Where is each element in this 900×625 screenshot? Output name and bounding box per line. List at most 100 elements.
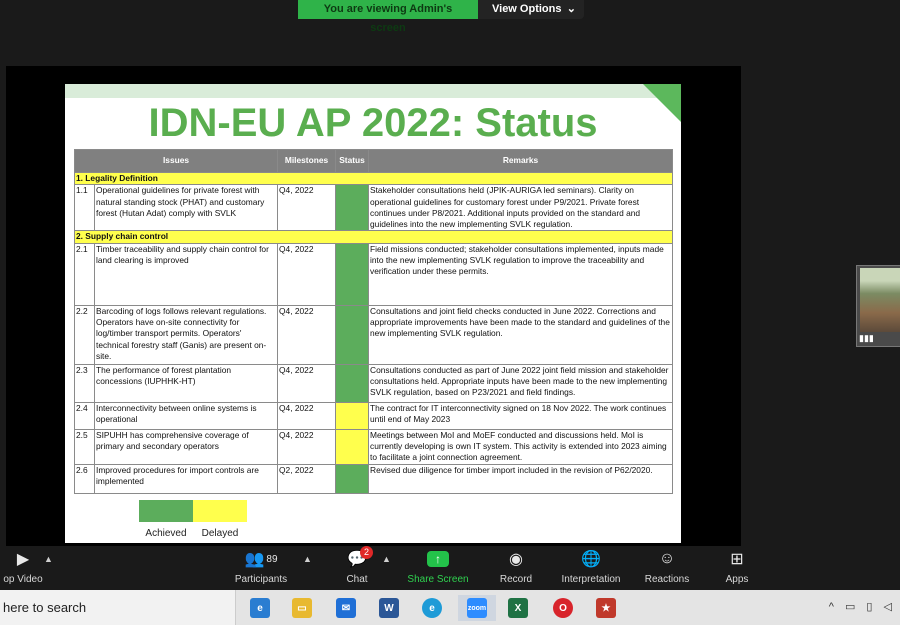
opera-icon: O <box>553 598 573 618</box>
row-milestone: Q4, 2022 <box>277 242 337 306</box>
signal-bars-icon: ▮▮▮ <box>859 333 874 343</box>
search-text: here to search <box>3 600 87 615</box>
row-remark: The contract for IT interconnectivity si… <box>368 401 674 430</box>
video-label: op Video <box>3 574 43 585</box>
table-row: 2.4 Interconnectivity between online sys… <box>74 401 674 430</box>
presentation-slide: IDN-EU AP 2022: Status Issues Milestones… <box>65 84 681 543</box>
participants-caret-icon[interactable]: ▲ <box>303 554 312 564</box>
row-milestone: Q4, 2022 <box>277 428 337 465</box>
participant-video-thumbnail[interactable]: ▮▮▮ <box>856 265 900 347</box>
taskbar-app-edge2[interactable]: e <box>418 595 446 621</box>
row-remark: Consultations conducted as part of June … <box>368 363 674 403</box>
section-row: 1. Legality Definition <box>73 171 674 186</box>
screen-share-banner: You are viewing Admin's screen View Opti… <box>298 0 584 34</box>
video-caret-icon[interactable]: ▲ <box>44 554 53 564</box>
row-issue: The performance of forest plantation con… <box>93 363 279 403</box>
slide-header-stripe <box>65 84 681 98</box>
row-issue: Operational guidelines for private fores… <box>93 184 279 232</box>
system-tray: ^ ▭ ▯ ◁ <box>829 600 896 613</box>
row-issue: SIPUHH has comprehensive coverage of pri… <box>93 428 279 465</box>
row-milestone: Q4, 2022 <box>277 363 337 403</box>
share-screen-label: Share Screen <box>407 574 469 585</box>
row-issue: Barcoding of logs follows relevant regul… <box>93 304 279 365</box>
taskbar-app-edge[interactable]: e <box>246 595 274 621</box>
video-button[interactable]: ▶ op Video <box>0 546 46 585</box>
taskbar-app-word[interactable]: W <box>375 595 403 621</box>
taskbar-search[interactable]: here to search <box>0 590 236 625</box>
participants-button[interactable]: 👥 89 Participants <box>230 546 292 585</box>
row-remark: Stakeholder consultations held (JPIK-AUR… <box>368 184 674 232</box>
chat-caret-icon[interactable]: ▲ <box>382 554 391 564</box>
interpretation-label: Interpretation <box>561 574 621 585</box>
row-issue: Improved procedures for import controls … <box>93 463 279 494</box>
status-achieved-cell <box>335 304 370 365</box>
view-options-button[interactable]: View Options ⌄ <box>478 0 584 19</box>
speaker-icon[interactable]: ◁ <box>884 601 896 613</box>
table-row: 2.3 The performance of forest plantation… <box>74 363 674 403</box>
taskbar-app-opera[interactable]: O <box>549 595 577 621</box>
app-icon: ★ <box>596 598 616 618</box>
status-achieved-cell <box>335 363 370 403</box>
header-issues: Issues <box>73 149 279 173</box>
header-status: Status <box>335 149 370 173</box>
taskbar-app-excel[interactable]: X <box>504 595 532 621</box>
status-delayed-cell <box>335 428 370 465</box>
file-explorer-icon: ▭ <box>292 598 312 618</box>
edge-icon: e <box>422 598 442 618</box>
participants-label: Participants <box>234 574 288 585</box>
taskbar-app-explorer[interactable]: ▭ <box>288 595 316 621</box>
row-issue: Timber traceability and supply chain con… <box>93 242 279 306</box>
mail-icon: ✉ <box>336 598 356 618</box>
windows-taskbar: here to search e ▭ ✉ W e zoom X O ★ ^ ▭ … <box>0 590 900 625</box>
table-row: 2.5 SIPUHH has comprehensive coverage of… <box>74 428 674 465</box>
row-number: 2.3 <box>74 363 95 403</box>
legend-item-achieved: Achieved <box>139 500 193 539</box>
chevron-up-icon[interactable]: ^ <box>829 601 838 613</box>
battery-icon[interactable]: ▯ <box>866 601 876 613</box>
apps-label: Apps <box>725 574 749 585</box>
chevron-down-icon: ⌄ <box>566 3 576 15</box>
status-achieved-cell <box>335 242 370 306</box>
legend-label: Achieved <box>145 528 187 539</box>
record-label: Record <box>499 574 533 585</box>
legend-swatch-yellow <box>193 500 247 522</box>
row-number: 2.5 <box>74 428 95 465</box>
legend-swatch-green <box>139 500 193 522</box>
row-number: 2.6 <box>74 463 95 494</box>
chat-badge: 2 <box>360 546 374 559</box>
participants-icon: 👥 89 <box>244 551 278 568</box>
participants-count: 89 <box>266 553 278 565</box>
table-row: 1.1 Operational guidelines for private f… <box>74 184 674 232</box>
row-remark: Field missions conducted; stakeholder co… <box>368 242 674 306</box>
reactions-button[interactable]: ☺ Reactions <box>641 546 693 585</box>
excel-icon: X <box>508 598 528 618</box>
row-remark: Revised due diligence for timber import … <box>368 463 674 494</box>
video-camera-icon: ▶ <box>16 551 30 568</box>
share-screen-button[interactable]: ↑ Share Screen <box>404 546 472 585</box>
network-icon[interactable]: ▭ <box>845 601 859 613</box>
globe-icon: 🌐 <box>581 551 601 568</box>
row-issue: Interconnectivity between online systems… <box>93 401 279 430</box>
taskbar-app-other[interactable]: ★ <box>592 595 620 621</box>
section-row: 2. Supply chain control <box>73 230 674 244</box>
record-button[interactable]: ◉ Record <box>494 546 538 585</box>
section-title: 1. Legality Definition <box>73 171 674 186</box>
taskbar-app-zoom[interactable]: zoom <box>458 595 496 621</box>
apps-button[interactable]: ⊞ Apps <box>719 546 755 585</box>
table-row: 2.2 Barcoding of logs follows relevant r… <box>74 304 674 365</box>
row-remark: Meetings between MoI and MoEF conducted … <box>368 428 674 465</box>
row-number: 2.4 <box>74 401 95 430</box>
row-milestone: Q2, 2022 <box>277 463 337 494</box>
row-remark: Consultations and joint field checks con… <box>368 304 674 365</box>
zoom-icon: zoom <box>467 598 487 618</box>
word-icon: W <box>379 598 399 618</box>
interpretation-button[interactable]: 🌐 Interpretation <box>553 546 629 585</box>
header-remarks: Remarks <box>368 149 674 173</box>
status-achieved-cell <box>335 463 370 494</box>
taskbar-app-mail[interactable]: ✉ <box>332 595 360 621</box>
row-milestone: Q4, 2022 <box>277 401 337 430</box>
reactions-label: Reactions <box>644 574 690 585</box>
table-row: 2.6 Improved procedures for import contr… <box>74 463 674 494</box>
status-delayed-cell <box>335 401 370 430</box>
row-number: 2.1 <box>74 242 95 306</box>
